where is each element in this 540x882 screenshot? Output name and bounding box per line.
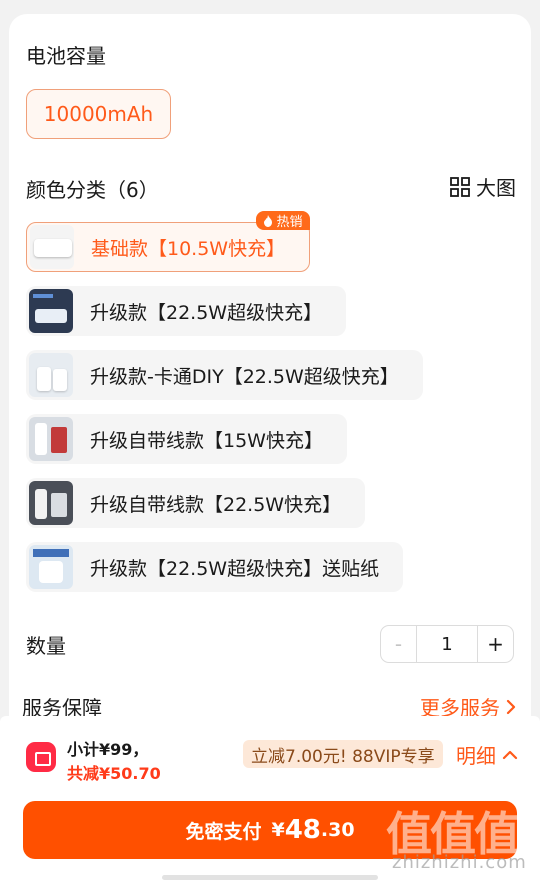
color-option-label: 升级自带线款【15W快充】	[90, 429, 323, 452]
quantity-minus-button[interactable]: -	[381, 626, 417, 662]
hot-badge: 热销	[256, 211, 310, 230]
product-thumbnail	[29, 417, 73, 461]
quantity-plus-button[interactable]: +	[477, 626, 513, 662]
price-detail-toggle[interactable]: 明细	[456, 740, 518, 769]
color-option-4[interactable]: 升级自带线款【15W快充】	[26, 414, 347, 464]
saving-text: 共减¥50.70	[67, 764, 161, 783]
color-title: 颜色分类（6）	[26, 178, 159, 202]
color-option-2[interactable]: 升级款【22.5W超级快充】	[26, 286, 347, 336]
pay-currency: ¥	[271, 819, 285, 841]
big-image-label: 大图	[476, 176, 516, 200]
color-option-label: 升级款-卡通DIY【22.5W超级快充】	[90, 365, 399, 388]
home-indicator[interactable]	[162, 875, 378, 880]
pay-amount-decimal: .30	[320, 819, 355, 841]
quantity-stepper: - 1 +	[380, 625, 514, 663]
watermark-url: zhizhizhi.com	[392, 852, 527, 873]
product-thumbnail	[30, 225, 74, 269]
color-option-6[interactable]: 升级款【22.5W超级快充】送贴纸	[26, 542, 404, 592]
color-option-label: 升级自带线款【22.5W快充】	[90, 493, 342, 516]
capacity-title: 电池容量	[26, 44, 106, 68]
color-option-label: 升级款【22.5W超级快充】	[90, 301, 323, 324]
subtotal-text: 小计¥99，	[67, 740, 149, 759]
coupon-icon	[26, 742, 56, 772]
product-thumbnail	[29, 545, 73, 589]
flame-icon	[264, 214, 273, 227]
color-option-5[interactable]: 升级自带线款【22.5W快充】	[26, 478, 366, 528]
hot-badge-label: 热销	[276, 215, 303, 230]
product-thumbnail	[29, 481, 73, 525]
color-option-label: 升级款【22.5W超级快充】送贴纸	[90, 557, 380, 580]
grid-icon	[450, 176, 470, 197]
product-thumbnail	[29, 289, 73, 333]
detail-label: 明细	[456, 744, 496, 768]
pay-amount-integer: 48	[284, 815, 321, 845]
quantity-value[interactable]: 1	[417, 626, 477, 662]
chevron-up-icon	[502, 750, 518, 759]
color-option-label: 基础款【10.5W快充】	[91, 237, 286, 260]
color-option-3[interactable]: 升级款-卡通DIY【22.5W超级快充】	[26, 350, 423, 400]
vip-discount-tag: 立减7.00元! 88VIP专享	[243, 740, 443, 768]
big-image-toggle[interactable]: 大图	[450, 172, 516, 201]
chevron-right-icon	[506, 699, 516, 714]
capacity-option-10000mah[interactable]: 10000mAh	[26, 89, 171, 139]
product-thumbnail	[29, 353, 73, 397]
pay-button-label: 免密支付	[185, 820, 262, 843]
quantity-title: 数量	[26, 634, 66, 658]
